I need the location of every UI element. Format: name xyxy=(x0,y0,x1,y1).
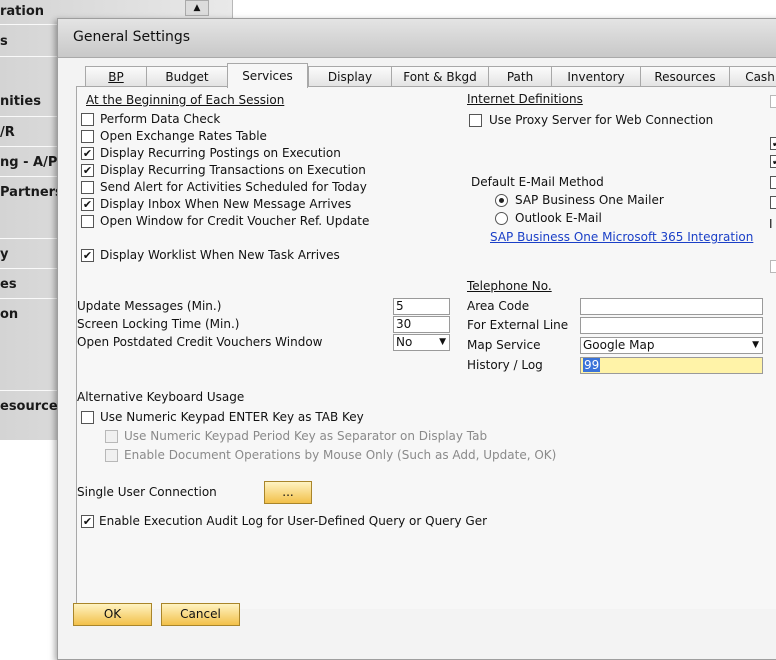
recurring-postings-label: Display Recurring Postings on Execution xyxy=(100,146,341,160)
outlook-label: Outlook E-Mail xyxy=(515,211,602,225)
perform-data-check-label: Perform Data Check xyxy=(100,112,221,126)
map-service-label: Map Service xyxy=(467,338,541,352)
cancel-button[interactable]: Cancel xyxy=(161,603,240,626)
display-inbox-checkbox[interactable]: ✔ xyxy=(81,198,94,211)
screen-locking-field[interactable]: 30 xyxy=(393,316,450,333)
numeric-enter-label: Use Numeric Keypad ENTER Key as TAB Key xyxy=(100,410,364,424)
open-exchange-rates-checkbox[interactable] xyxy=(81,130,94,143)
mouse-only-checkbox[interactable] xyxy=(105,449,118,462)
external-line-label: For External Line xyxy=(467,318,569,332)
email-heading: Default E-Mail Method xyxy=(471,175,604,189)
history-log-label: History / Log xyxy=(467,358,543,372)
dialog-titlebar[interactable]: General Settings xyxy=(58,19,776,58)
perform-data-check-checkbox[interactable] xyxy=(81,113,94,126)
external-line-field[interactable] xyxy=(580,317,763,334)
tab-cash[interactable]: Cash xyxy=(729,66,776,87)
update-messages-field[interactable]: 5 xyxy=(393,298,450,315)
tab-budget[interactable]: Budget xyxy=(146,66,228,87)
proxy-label: Use Proxy Server for Web Connection xyxy=(489,113,714,127)
edge-checkbox[interactable]: ✔ xyxy=(770,137,776,150)
area-code-field[interactable] xyxy=(580,298,763,315)
dialog-title: General Settings xyxy=(73,29,191,45)
single-user-label: Single User Connection xyxy=(77,485,217,499)
tab-font-bkgd[interactable]: Font & Bkgd xyxy=(391,66,489,87)
display-inbox-label: Display Inbox When New Message Arrives xyxy=(100,197,352,211)
recurring-transactions-label: Display Recurring Transactions on Execut… xyxy=(100,163,366,177)
area-code-label: Area Code xyxy=(467,299,530,313)
open-exchange-rates-label: Open Exchange Rates Table xyxy=(100,129,267,143)
credit-voucher-label: Open Window for Credit Voucher Ref. Upda… xyxy=(100,214,370,228)
single-user-button[interactable]: ... xyxy=(264,481,312,504)
audit-log-checkbox[interactable]: ✔ xyxy=(81,515,94,528)
keyboard-heading: Alternative Keyboard Usage xyxy=(77,390,245,404)
postdated-vouchers-label: Open Postdated Credit Vouchers Window xyxy=(77,335,323,349)
edge-label: I xyxy=(769,217,773,231)
sap-mailer-radio[interactable] xyxy=(495,194,508,207)
sap-mailer-label: SAP Business One Mailer xyxy=(515,193,664,207)
history-log-field[interactable]: 99 xyxy=(580,357,763,374)
recurring-transactions-checkbox[interactable]: ✔ xyxy=(81,164,94,177)
tab-path[interactable]: Path xyxy=(488,66,552,87)
tab-services[interactable]: Services xyxy=(227,63,308,88)
telephone-heading: Telephone No. xyxy=(467,279,552,293)
chevron-down-icon: ▼ xyxy=(752,340,759,350)
background-content xyxy=(234,0,776,18)
send-alert-label: Send Alert for Activities Scheduled for … xyxy=(100,180,367,194)
chevron-down-icon: ▼ xyxy=(439,337,446,347)
edge-checkbox[interactable] xyxy=(770,176,776,189)
mouse-only-label: Enable Document Operations by Mouse Only… xyxy=(124,448,557,462)
screen-locking-label: Screen Locking Time (Min.) xyxy=(77,317,240,331)
scroll-up-icon[interactable]: ▲ xyxy=(185,0,209,16)
internet-heading: Internet Definitions xyxy=(467,92,583,106)
map-service-select[interactable]: Google Map ▼ xyxy=(580,337,763,354)
tab-display[interactable]: Display xyxy=(308,66,392,87)
proxy-checkbox[interactable] xyxy=(469,114,482,127)
send-alert-checkbox[interactable] xyxy=(81,181,94,194)
tab-bp[interactable]: BP xyxy=(85,66,147,87)
numeric-enter-checkbox[interactable] xyxy=(81,411,94,424)
numeric-period-checkbox[interactable] xyxy=(105,430,118,443)
edge-checkbox[interactable] xyxy=(770,95,776,108)
postdated-vouchers-select[interactable]: No ▼ xyxy=(393,334,450,351)
audit-log-label: Enable Execution Audit Log for User-Defi… xyxy=(99,514,487,528)
display-worklist-label: Display Worklist When New Task Arrives xyxy=(100,248,340,262)
numeric-period-label: Use Numeric Keypad Period Key as Separat… xyxy=(124,429,488,443)
microsoft-365-link[interactable]: SAP Business One Microsoft 365 Integrati… xyxy=(490,230,753,244)
credit-voucher-checkbox[interactable] xyxy=(81,215,94,228)
update-messages-label: Update Messages (Min.) xyxy=(77,299,222,313)
session-heading: At the Beginning of Each Session xyxy=(86,93,285,107)
display-worklist-checkbox[interactable]: ✔ xyxy=(81,249,94,262)
ok-button[interactable]: OK xyxy=(73,603,152,626)
tab-resources[interactable]: Resources xyxy=(640,66,730,87)
recurring-postings-checkbox[interactable]: ✔ xyxy=(81,147,94,160)
edge-checkbox[interactable] xyxy=(770,260,776,273)
general-settings-dialog: General Settings BP Budget Services Disp… xyxy=(57,18,776,660)
tab-inventory[interactable]: Inventory xyxy=(551,66,641,87)
edge-checkbox[interactable]: ✔ xyxy=(770,155,776,168)
outlook-radio[interactable] xyxy=(495,212,508,225)
edge-checkbox[interactable] xyxy=(770,196,776,209)
